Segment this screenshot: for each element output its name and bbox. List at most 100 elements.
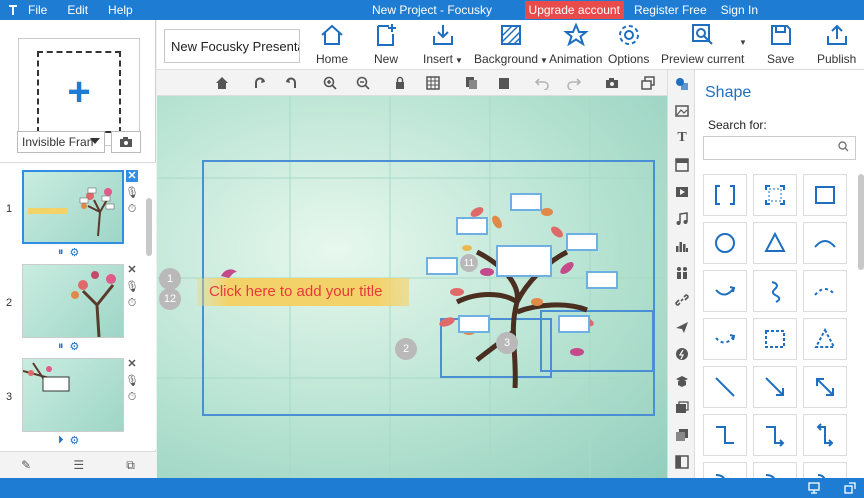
dashed-arc-shape[interactable] (803, 270, 847, 312)
zoom-out-icon[interactable] (354, 74, 372, 92)
slide-item-3[interactable]: 3 ✕ 🎙 ⏱ ⏵ ⚙ (0, 353, 140, 448)
undo-icon[interactable] (533, 74, 551, 92)
slide-thumbnail[interactable] (22, 358, 124, 432)
curved-arrow-shape[interactable] (703, 270, 747, 312)
pause-icon[interactable]: ⏸ (58, 340, 64, 353)
template-category-icon[interactable] (674, 454, 690, 470)
shape-search-input[interactable] (703, 136, 856, 160)
shape-category-icon[interactable] (674, 76, 690, 92)
sign-in-link[interactable]: Sign In (721, 3, 758, 17)
home-view-icon[interactable] (213, 74, 231, 92)
s-curve-shape[interactable] (703, 462, 747, 478)
camera-icon[interactable] (603, 74, 621, 92)
frame-number-bubble[interactable]: 2 (395, 338, 417, 360)
microphone-icon[interactable]: 🎙 (125, 374, 139, 387)
paste-icon[interactable] (495, 74, 513, 92)
slide-item-2[interactable]: 2 ✕ 🎙 ⏱ ⏸ ⚙ (0, 259, 140, 354)
menu-edit[interactable]: Edit (67, 3, 88, 17)
gear-icon[interactable]: ⚙ (70, 434, 80, 447)
double-arrow-line-shape[interactable] (803, 366, 847, 408)
dashed-rectangle-shape[interactable] (753, 318, 797, 360)
close-icon[interactable]: ✕ (127, 264, 136, 276)
character-category-icon[interactable] (674, 265, 690, 281)
image-category-icon[interactable] (674, 103, 690, 119)
microphone-icon[interactable]: 🎙 (125, 280, 139, 293)
redo-icon[interactable] (565, 74, 583, 92)
triangle-shape[interactable] (753, 222, 797, 264)
slide-item-1[interactable]: 1 ✕ 🎙 ⏱ ⏸ ⚙ (0, 165, 140, 260)
project-name-field[interactable]: New Focusky Presenta (164, 29, 300, 63)
slide-list-scrollbar[interactable] (144, 166, 154, 446)
grid-icon[interactable] (424, 74, 442, 92)
dashed-curved-arrow-shape[interactable] (703, 318, 747, 360)
elbow-connector-shape[interactable] (703, 414, 747, 456)
gallery-category-icon[interactable] (674, 400, 690, 416)
new-button[interactable]: New (373, 22, 399, 68)
window-mode-icon[interactable] (844, 482, 856, 497)
shape-panel-scrollbar[interactable] (858, 174, 864, 270)
bracket-shape[interactable] (703, 174, 747, 216)
search-icon[interactable] (838, 141, 849, 155)
save-button[interactable]: Save (767, 22, 794, 68)
menu-help[interactable]: Help (108, 3, 133, 17)
editor-canvas[interactable]: Click here to add your title 1 12 2 3 11 (157, 96, 667, 478)
text-category-icon[interactable]: T (674, 130, 690, 146)
snapshot-button[interactable] (111, 131, 141, 153)
timer-icon[interactable]: ⏱ (128, 391, 137, 404)
elbow-double-arrow-shape[interactable] (803, 414, 847, 456)
window-restore-icon[interactable] (639, 74, 657, 92)
slide-thumbnail[interactable] (22, 170, 124, 244)
arrow-line-shape[interactable] (753, 366, 797, 408)
line-shape[interactable] (703, 366, 747, 408)
layout-category-icon[interactable] (674, 157, 690, 173)
edit-slide-icon[interactable]: ✎ (21, 458, 31, 472)
rotate-right-icon[interactable] (251, 74, 269, 92)
rotate-left-icon[interactable] (282, 74, 300, 92)
music-category-icon[interactable] (674, 211, 690, 227)
timer-icon[interactable]: ⏱ (128, 297, 137, 310)
gear-icon[interactable]: ⚙ (70, 340, 80, 353)
rectangle-shape[interactable] (803, 174, 847, 216)
circle-shape[interactable] (703, 222, 747, 264)
register-free-link[interactable]: Register Free (634, 3, 707, 17)
animation-button[interactable]: Animation (549, 22, 602, 68)
pause-icon[interactable]: ⏸ (58, 246, 64, 259)
corner-frame-shape[interactable] (753, 174, 797, 216)
copy-icon[interactable] (462, 74, 480, 92)
frame-number-bubble[interactable]: 11 (460, 254, 478, 272)
close-icon[interactable]: ✕ (127, 358, 136, 370)
spiral-shape[interactable] (753, 270, 797, 312)
microphone-icon[interactable]: 🎙 (125, 186, 139, 199)
options-button[interactable]: Options (608, 22, 649, 68)
home-button[interactable]: Home (316, 22, 348, 68)
background-button[interactable]: Background ▼ (474, 22, 548, 68)
close-icon[interactable]: ✕ (126, 170, 138, 182)
add-frame-button[interactable]: + (18, 38, 140, 146)
slide-settings-icon[interactable]: ☰ (73, 458, 84, 472)
dashed-triangle-shape[interactable] (803, 318, 847, 360)
link-category-icon[interactable] (674, 292, 690, 308)
elbow-arrow-shape[interactable] (753, 414, 797, 456)
presentation-mode-icon[interactable] (808, 482, 820, 497)
s-curve-double-arrow-shape[interactable] (803, 462, 847, 478)
insert-button[interactable]: Insert ▼ (423, 22, 463, 68)
s-curve-arrow-shape[interactable] (753, 462, 797, 478)
transition-icon[interactable]: ⧉ (126, 458, 135, 473)
chart-category-icon[interactable] (674, 238, 690, 254)
play-icon[interactable]: ⏵ (58, 434, 64, 447)
preview-current-button[interactable]: Preview current (661, 22, 744, 68)
graduation-cap-icon[interactable] (674, 373, 690, 389)
flash-category-icon[interactable] (674, 346, 690, 362)
timer-icon[interactable]: ⏱ (128, 203, 137, 216)
lock-icon[interactable] (391, 74, 409, 92)
arc-shape[interactable] (803, 222, 847, 264)
slide-thumbnail[interactable] (22, 264, 124, 338)
layers-category-icon[interactable] (674, 427, 690, 443)
frame-number-bubble[interactable]: 1 (159, 268, 181, 290)
gear-icon[interactable]: ⚙ (70, 246, 80, 259)
frame-number-bubble[interactable]: 3 (496, 332, 518, 354)
title-placeholder[interactable]: Click here to add your title (197, 278, 409, 306)
upgrade-account-button[interactable]: Upgrade account (524, 1, 624, 19)
frame-type-select[interactable]: Invisible Fran (17, 131, 105, 153)
publish-button[interactable]: Publish (817, 22, 856, 68)
